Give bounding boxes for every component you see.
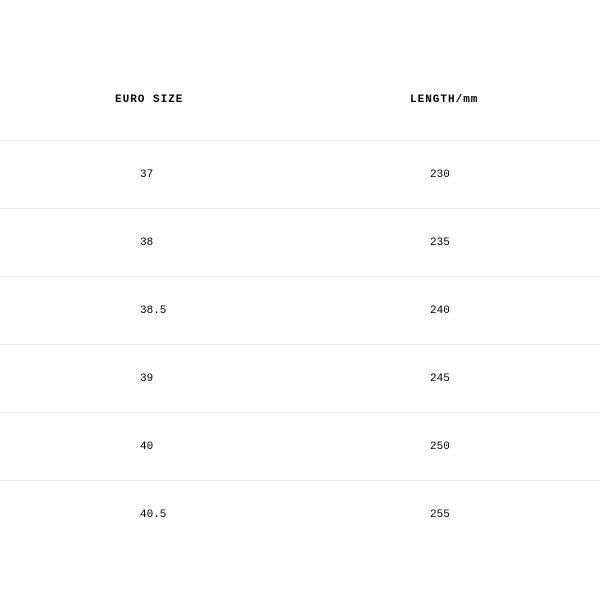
cell-length: 255: [300, 509, 600, 521]
table-row: 38.5 240: [0, 276, 600, 344]
cell-length: 240: [300, 305, 600, 317]
table-row: 38 235: [0, 208, 600, 276]
cell-euro-size: 38: [0, 237, 300, 249]
cell-euro-size: 39: [0, 373, 300, 385]
cell-length: 230: [300, 169, 600, 181]
size-table: EURO SIZE LENGTH/mm 37 230 38 235 38.5 2…: [0, 0, 600, 548]
table-header-row: EURO SIZE LENGTH/mm: [0, 60, 600, 140]
header-euro-size: EURO SIZE: [0, 94, 300, 106]
cell-euro-size: 37: [0, 169, 300, 181]
cell-length: 245: [300, 373, 600, 385]
table-row: 39 245: [0, 344, 600, 412]
cell-length: 235: [300, 237, 600, 249]
header-length: LENGTH/mm: [300, 94, 600, 106]
table-row: 37 230: [0, 140, 600, 208]
table-row: 40 250: [0, 412, 600, 480]
cell-euro-size: 40.5: [0, 509, 300, 521]
cell-euro-size: 40: [0, 441, 300, 453]
cell-length: 250: [300, 441, 600, 453]
cell-euro-size: 38.5: [0, 305, 300, 317]
table-row: 40.5 255: [0, 480, 600, 548]
